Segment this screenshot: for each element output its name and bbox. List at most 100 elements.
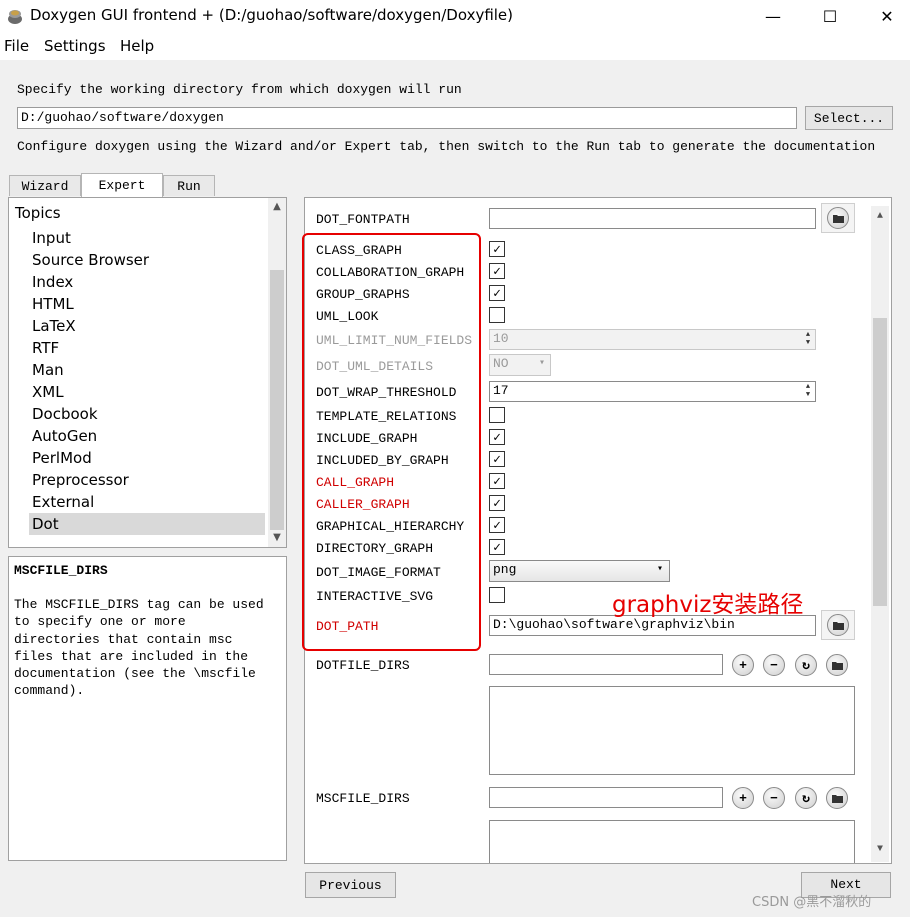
dotfile-dirs-input[interactable] [489, 654, 723, 675]
mscfile-dirs-remove-button[interactable]: − [763, 787, 785, 809]
topic-rtf[interactable]: RTF [29, 337, 265, 359]
refresh-icon: ↻ [802, 790, 810, 806]
maximize-button[interactable]: ☐ [801, 0, 859, 32]
dot-uml-details-select[interactable]: NO ▾ [489, 354, 551, 376]
minimize-button[interactable]: — [744, 0, 802, 32]
topics-panel: Topics Input Source Browser Index HTML L… [8, 197, 287, 548]
topic-autogen[interactable]: AutoGen [29, 425, 265, 447]
label-dot-uml-details: DOT_UML_DETAILS [316, 359, 434, 374]
check-icon: ✓ [493, 517, 501, 533]
workdir-label: Specify the working directory from which… [17, 82, 462, 97]
call-graph-checkbox[interactable]: ✓ [489, 473, 505, 489]
label-include-graph: INCLUDE_GRAPH [316, 431, 418, 446]
check-icon: ✓ [493, 241, 501, 257]
settings-scrollbar[interactable]: ▲ ▼ [871, 206, 889, 862]
check-icon: ✓ [493, 429, 501, 445]
close-icon: ✕ [880, 6, 894, 26]
topic-dot[interactable]: Dot [29, 513, 265, 535]
topic-html[interactable]: HTML [29, 293, 265, 315]
topic-preprocessor[interactable]: Preprocessor [29, 469, 265, 491]
dot-fontpath-input[interactable] [489, 208, 816, 229]
dot-wrap-threshold-value: 17 [493, 383, 509, 398]
label-call-graph: CALL_GRAPH [316, 475, 395, 490]
label-included-by-graph: INCLUDED_BY_GRAPH [316, 453, 449, 468]
tab-run[interactable]: Run [163, 175, 215, 196]
dot-image-format-value: png [493, 562, 517, 577]
caller-graph-checkbox[interactable]: ✓ [489, 495, 505, 511]
menu-help[interactable]: Help [120, 37, 154, 55]
dropdown-arrow-icon: ▾ [538, 358, 545, 369]
topic-input[interactable]: Input [29, 227, 265, 249]
label-uml-look: UML_LOOK [316, 309, 379, 324]
graphviz-path-annotation: graphviz安装路径 [612, 592, 804, 618]
dot-uml-details-value: NO [493, 356, 509, 371]
topic-perlmod[interactable]: PerlMod [29, 447, 265, 469]
check-icon: ✓ [493, 539, 501, 555]
maximize-icon: ☐ [822, 6, 838, 26]
uml-limit-num-fields-spinbox[interactable]: 10 ▲ ▼ [489, 329, 816, 350]
mscfile-dirs-folder-button[interactable] [826, 787, 848, 809]
label-class-graph: CLASS_GRAPH [316, 243, 402, 258]
check-icon: ✓ [493, 473, 501, 489]
topic-latex[interactable]: LaTeX [29, 315, 265, 337]
topics-scroll-thumb[interactable] [270, 270, 284, 530]
menu-settings[interactable]: Settings [44, 37, 106, 55]
uml-limit-value: 10 [493, 331, 509, 346]
dotfile-dirs-remove-button[interactable]: − [763, 654, 785, 676]
select-workdir-button[interactable]: Select... [805, 106, 893, 130]
spin-arrows-icon[interactable]: ▲ ▼ [802, 383, 814, 399]
topic-source-browser[interactable]: Source Browser [29, 249, 265, 271]
plus-icon: + [739, 657, 747, 673]
topics-scrollbar[interactable]: ▲ ▼ [268, 198, 286, 547]
dotfile-dirs-add-button[interactable]: + [732, 654, 754, 676]
workdir-input[interactable]: D:/guohao/software/doxygen [17, 107, 797, 129]
group-graphs-checkbox[interactable]: ✓ [489, 285, 505, 301]
previous-button[interactable]: Previous [305, 872, 396, 898]
label-mscfile-dirs: MSCFILE_DIRS [316, 791, 410, 806]
dotfile-dirs-folder-button[interactable] [826, 654, 848, 676]
scroll-up-icon[interactable]: ▲ [872, 211, 888, 222]
uml-look-checkbox[interactable] [489, 307, 505, 323]
directory-graph-checkbox[interactable]: ✓ [489, 539, 505, 555]
dotfile-dirs-list[interactable] [489, 686, 855, 775]
dot-image-format-select[interactable]: png ▾ [489, 560, 670, 582]
topic-man[interactable]: Man [29, 359, 265, 381]
label-uml-limit-num-fields: UML_LIMIT_NUM_FIELDS [316, 333, 473, 348]
spin-arrows-icon[interactable]: ▲ ▼ [802, 331, 814, 347]
topic-docbook[interactable]: Docbook [29, 403, 265, 425]
tab-wizard[interactable]: Wizard [9, 175, 81, 196]
label-group-graphs: GROUP_GRAPHS [316, 287, 410, 302]
included-by-graph-checkbox[interactable]: ✓ [489, 451, 505, 467]
mscfile-dirs-update-button[interactable]: ↻ [795, 787, 817, 809]
settings-scroll-thumb[interactable] [873, 318, 887, 606]
tab-expert[interactable]: Expert [81, 173, 163, 197]
dot-wrap-threshold-spinbox[interactable]: 17 ▲ ▼ [489, 381, 816, 402]
scroll-down-icon[interactable]: ▼ [269, 532, 285, 543]
collaboration-graph-checkbox[interactable]: ✓ [489, 263, 505, 279]
label-dotfile-dirs: DOTFILE_DIRS [316, 658, 410, 673]
mscfile-dirs-list[interactable] [489, 820, 855, 863]
close-button[interactable]: ✕ [858, 0, 910, 32]
menu-file[interactable]: File [4, 37, 29, 55]
dot-fontpath-folder-button[interactable] [827, 207, 849, 229]
include-graph-checkbox[interactable]: ✓ [489, 429, 505, 445]
template-relations-checkbox[interactable] [489, 407, 505, 423]
mscfile-dirs-input[interactable] [489, 787, 723, 808]
dot-path-folder-button[interactable] [827, 614, 849, 636]
graphical-hierarchy-checkbox[interactable]: ✓ [489, 517, 505, 533]
check-icon: ✓ [493, 263, 501, 279]
topic-xml[interactable]: XML [29, 381, 265, 403]
label-collaboration-graph: COLLABORATION_GRAPH [316, 265, 465, 280]
folder-icon [832, 621, 844, 630]
scroll-down-icon[interactable]: ▼ [872, 844, 888, 855]
mscfile-dirs-add-button[interactable]: + [732, 787, 754, 809]
topic-index[interactable]: Index [29, 271, 265, 293]
topic-external[interactable]: External [29, 491, 265, 513]
interactive-svg-checkbox[interactable] [489, 587, 505, 603]
scroll-up-icon[interactable]: ▲ [269, 201, 285, 212]
minus-icon: − [770, 657, 778, 673]
class-graph-checkbox[interactable]: ✓ [489, 241, 505, 257]
help-panel: MSCFILE_DIRS The MSCFILE_DIRS tag can be… [8, 556, 287, 861]
label-dot-wrap-threshold: DOT_WRAP_THRESHOLD [316, 385, 457, 400]
dotfile-dirs-update-button[interactable]: ↻ [795, 654, 817, 676]
